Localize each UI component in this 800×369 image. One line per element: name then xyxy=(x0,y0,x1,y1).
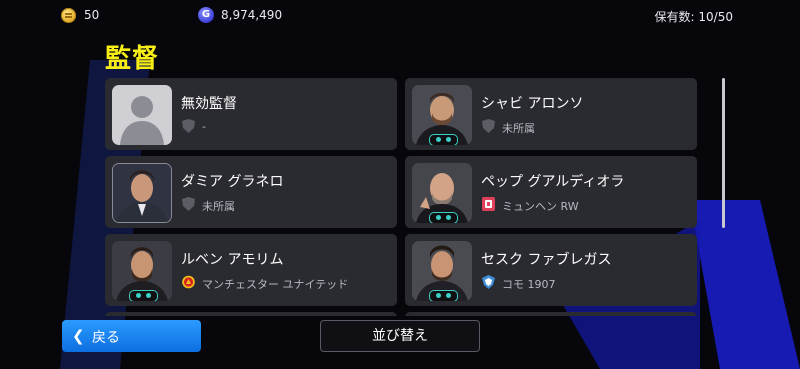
sort-button[interactable]: 並び替え xyxy=(320,320,480,352)
manager-name: ルベン アモリム xyxy=(181,252,284,268)
skill-badge xyxy=(429,212,458,223)
portrait-photo xyxy=(113,164,171,222)
status-bar: 50 G 8,974,490 保有数: 10/50 xyxy=(0,0,800,32)
manager-card[interactable]: ペップ グアルディオラ ミュンヘン RW xyxy=(405,156,697,228)
team-name: ミュンヘン RW xyxy=(502,200,579,213)
owned-count: 保有数: 10/50 xyxy=(654,10,733,24)
team-name: - xyxy=(202,120,206,133)
manager-card[interactable]: ダミア グラネロ 未所属 xyxy=(105,156,397,228)
manager-card[interactable] xyxy=(105,312,397,316)
manager-name: ダミア グラネロ xyxy=(181,174,284,190)
skill-badge xyxy=(429,290,458,301)
como-crest-icon xyxy=(482,275,495,289)
scrollbar[interactable] xyxy=(722,78,725,228)
manager-name: 無効監督 xyxy=(181,96,237,112)
back-button[interactable]: ❮ 戻る xyxy=(62,320,201,352)
avatar xyxy=(112,241,172,301)
gp-icon: G xyxy=(198,7,214,23)
shield-icon xyxy=(482,119,495,133)
coin-count: 50 xyxy=(84,8,100,22)
silhouette-icon xyxy=(120,96,164,145)
manager-name: セスク ファブレガス xyxy=(481,252,612,268)
back-button-label: 戻る xyxy=(92,330,120,346)
manager-card[interactable]: セスク ファブレガス コモ 1907 xyxy=(405,234,697,306)
coin-icon xyxy=(61,8,76,23)
manager-card[interactable] xyxy=(405,312,697,316)
avatar xyxy=(112,163,172,223)
team-name: 未所属 xyxy=(202,200,235,213)
team-name: コモ 1907 xyxy=(502,278,556,291)
shield-icon xyxy=(182,197,195,211)
skill-badge xyxy=(429,134,458,145)
manager-card[interactable]: ルベン アモリム マンチェスター ユナイテッド xyxy=(105,234,397,306)
avatar xyxy=(412,163,472,223)
manager-list[interactable]: 無効監督 - シャビ アロンソ 未所属 ダミア グラネロ 未所属 ペップ グアル… xyxy=(105,78,697,316)
avatar xyxy=(412,241,472,301)
manager-card[interactable]: 無効監督 - xyxy=(105,78,397,150)
munich-crest-icon xyxy=(482,197,495,211)
shield-icon xyxy=(182,119,195,133)
skill-badge xyxy=(129,290,158,301)
team-name: マンチェスター ユナイテッド xyxy=(202,278,349,291)
avatar xyxy=(412,85,472,145)
page-title: 監督 xyxy=(105,44,160,74)
manager-card[interactable]: シャビ アロンソ 未所属 xyxy=(405,78,697,150)
manutd-crest-icon xyxy=(182,275,195,289)
manager-name: シャビ アロンソ xyxy=(481,96,584,112)
team-name: 未所属 xyxy=(502,122,535,135)
avatar xyxy=(112,85,172,145)
gp-count: 8,974,490 xyxy=(221,8,283,22)
manager-name: ペップ グアルディオラ xyxy=(481,174,625,190)
chevron-left-icon: ❮ xyxy=(72,327,85,345)
